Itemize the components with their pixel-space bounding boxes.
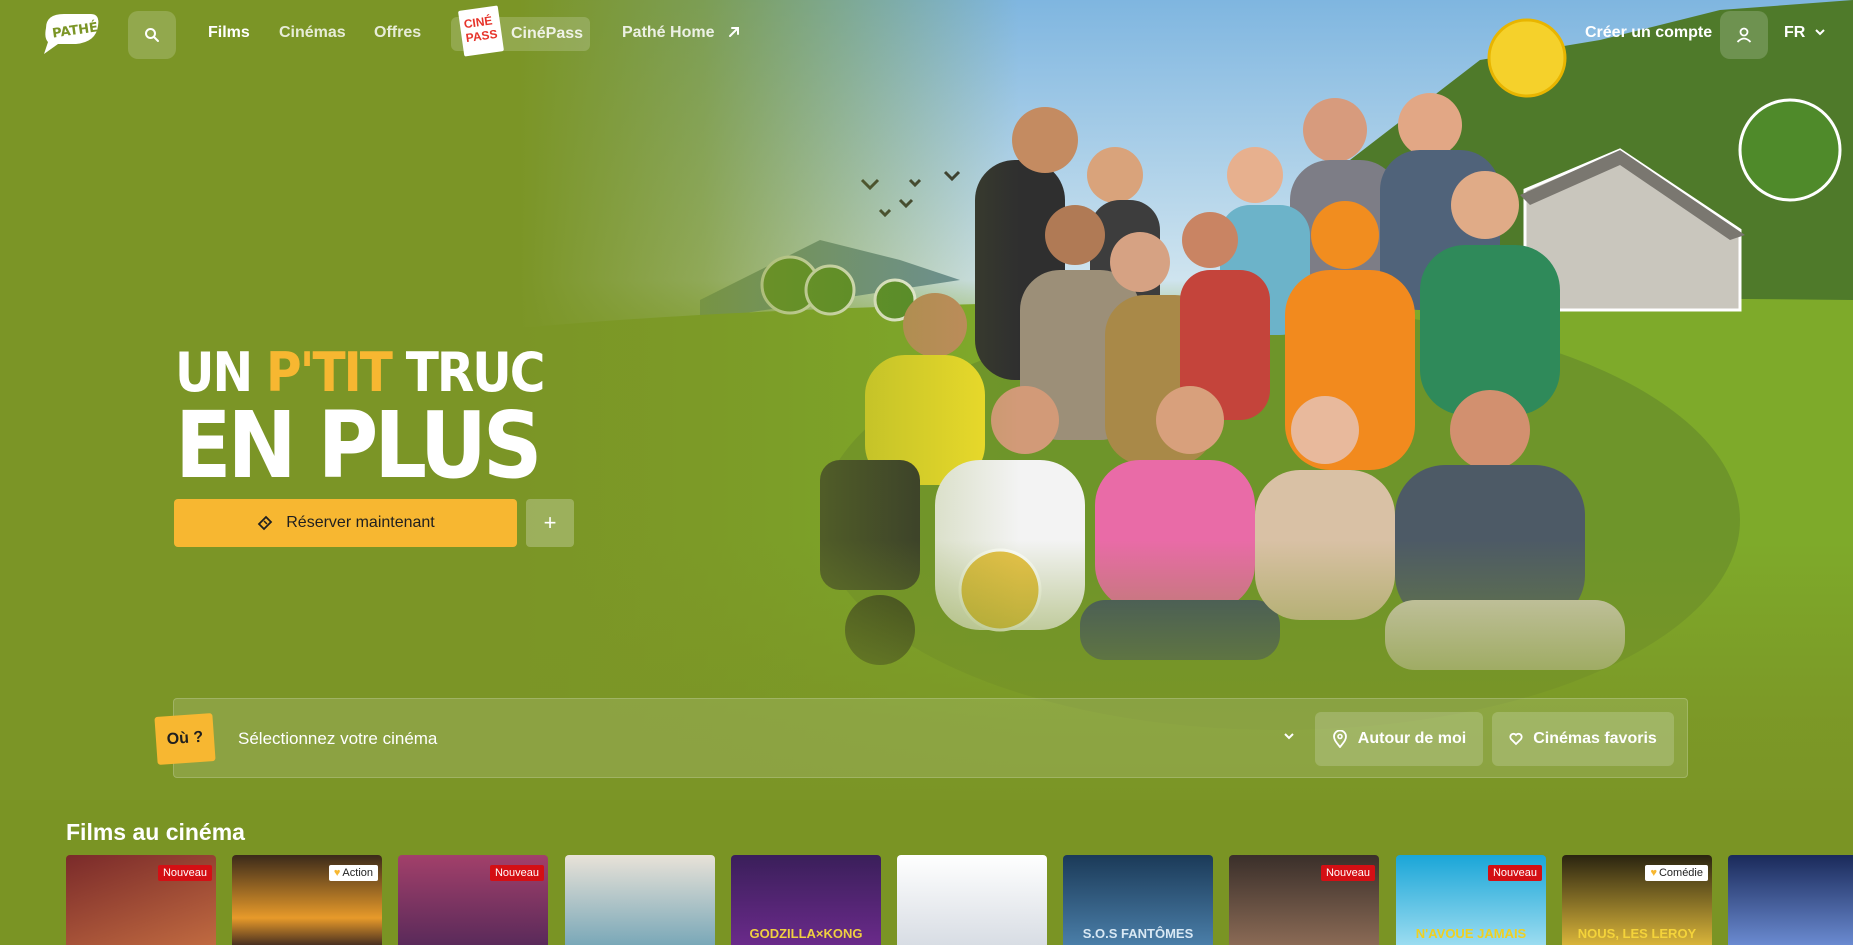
poster-title: S.O.S FANTÔMES <box>1082 926 1194 941</box>
pathe-home-label: Pathé Home <box>622 24 715 41</box>
new-badge: Nouveau <box>1487 865 1542 881</box>
nav-link-films[interactable]: Films <box>208 24 250 42</box>
cinema-select-dropdown[interactable]: Sélectionnez votre cinéma <box>238 729 437 749</box>
badge-label: Nouveau <box>1492 867 1537 879</box>
film-poster[interactable]: Nouveau N'AVOUE JAMAIS <box>1396 855 1546 945</box>
create-account-link[interactable]: Créer un compte <box>1585 24 1712 42</box>
films-section-heading: Films au cinéma <box>66 819 245 845</box>
film-poster[interactable] <box>1728 855 1853 945</box>
badge-label: Action <box>342 867 373 879</box>
favorite-cinemas-button[interactable]: Cinémas favoris <box>1492 712 1674 766</box>
chevron-down-icon <box>1815 29 1825 36</box>
book-now-button[interactable]: Réserver maintenant <box>174 499 517 547</box>
heart-icon: ♥ <box>1650 867 1657 879</box>
chevron-down-icon[interactable] <box>1282 729 1296 743</box>
pathe-home-link[interactable]: Pathé Home <box>622 24 741 42</box>
film-poster[interactable]: ♥ Action <box>232 855 382 945</box>
language-selector[interactable]: FR <box>1784 24 1826 42</box>
language-label: FR <box>1784 24 1806 41</box>
where-badge: Où ? <box>154 713 216 765</box>
nearby-label: Autour de moi <box>1357 730 1467 747</box>
nav-link-offres[interactable]: Offres <box>374 24 421 42</box>
plus-icon: + <box>543 510 557 535</box>
nearby-cinemas-button[interactable]: Autour de moi <box>1315 712 1483 766</box>
cinepass-label: CinéPass <box>511 25 584 42</box>
ticket-icon <box>257 515 273 531</box>
pathe-logo[interactable]: PATHÉ <box>36 8 106 58</box>
film-poster[interactable]: Nouveau <box>1229 855 1379 945</box>
location-pin-icon <box>1332 730 1347 748</box>
search-icon <box>145 28 159 42</box>
new-badge: Nouveau <box>1320 865 1375 881</box>
poster-title: NOUS, LES LEROY <box>1577 926 1697 941</box>
top-navigation: PATHÉ Films Cinémas Offres CINÉ PASS Cin… <box>0 0 1853 68</box>
film-poster[interactable]: ♥ Comédie NOUS, LES LEROY <box>1562 855 1712 945</box>
poster-title: N'AVOUE JAMAIS <box>1415 926 1527 941</box>
genre-badge: ♥ Comédie <box>1645 865 1708 881</box>
more-info-button[interactable]: + <box>526 499 574 547</box>
genre-badge: ♥ Action <box>328 865 378 881</box>
search-button[interactable] <box>128 11 176 59</box>
user-icon <box>1736 27 1752 43</box>
new-badge: Nouveau <box>489 865 544 881</box>
film-poster[interactable] <box>897 855 1047 945</box>
new-badge: Nouveau <box>157 865 212 881</box>
film-poster[interactable] <box>565 855 715 945</box>
film-poster[interactable]: Nouveau <box>398 855 548 945</box>
nav-link-cinemas[interactable]: Cinémas <box>279 24 346 42</box>
badge-label: Nouveau <box>162 867 207 879</box>
favorites-label: Cinémas favoris <box>1533 730 1657 747</box>
book-now-label: Réserver maintenant <box>286 514 435 531</box>
badge-label: Nouveau <box>494 867 539 879</box>
cinema-selector: Où ? Sélectionnez votre cinéma Autour de… <box>154 698 1688 778</box>
page: PATHÉ Films Cinémas Offres CINÉ PASS Cin… <box>0 0 1853 945</box>
film-poster[interactable]: S.O.S FANTÔMES <box>1063 855 1213 945</box>
movie-title: UN P'TIT TRUC EN PLUS <box>175 345 545 499</box>
film-poster[interactable]: Nouveau <box>66 855 216 945</box>
film-poster[interactable]: GODZILLA×KONG <box>731 855 881 945</box>
poster-title: GODZILLA×KONG <box>749 926 863 941</box>
external-arrow-icon <box>728 27 739 37</box>
account-button[interactable] <box>1720 11 1768 59</box>
cinepass-logo: CINÉ PASS <box>457 5 505 57</box>
cinepass-link[interactable]: CINÉ PASS CinéPass <box>451 5 590 57</box>
badge-label: Nouveau <box>1325 867 1370 879</box>
cinepass-logo-text-bottom: PASS <box>464 26 499 46</box>
badge-label: Comédie <box>1658 867 1703 879</box>
movie-title-line2: EN PLUS <box>175 392 543 499</box>
heart-icon <box>1509 732 1523 746</box>
heart-icon: ♥ <box>333 867 341 879</box>
